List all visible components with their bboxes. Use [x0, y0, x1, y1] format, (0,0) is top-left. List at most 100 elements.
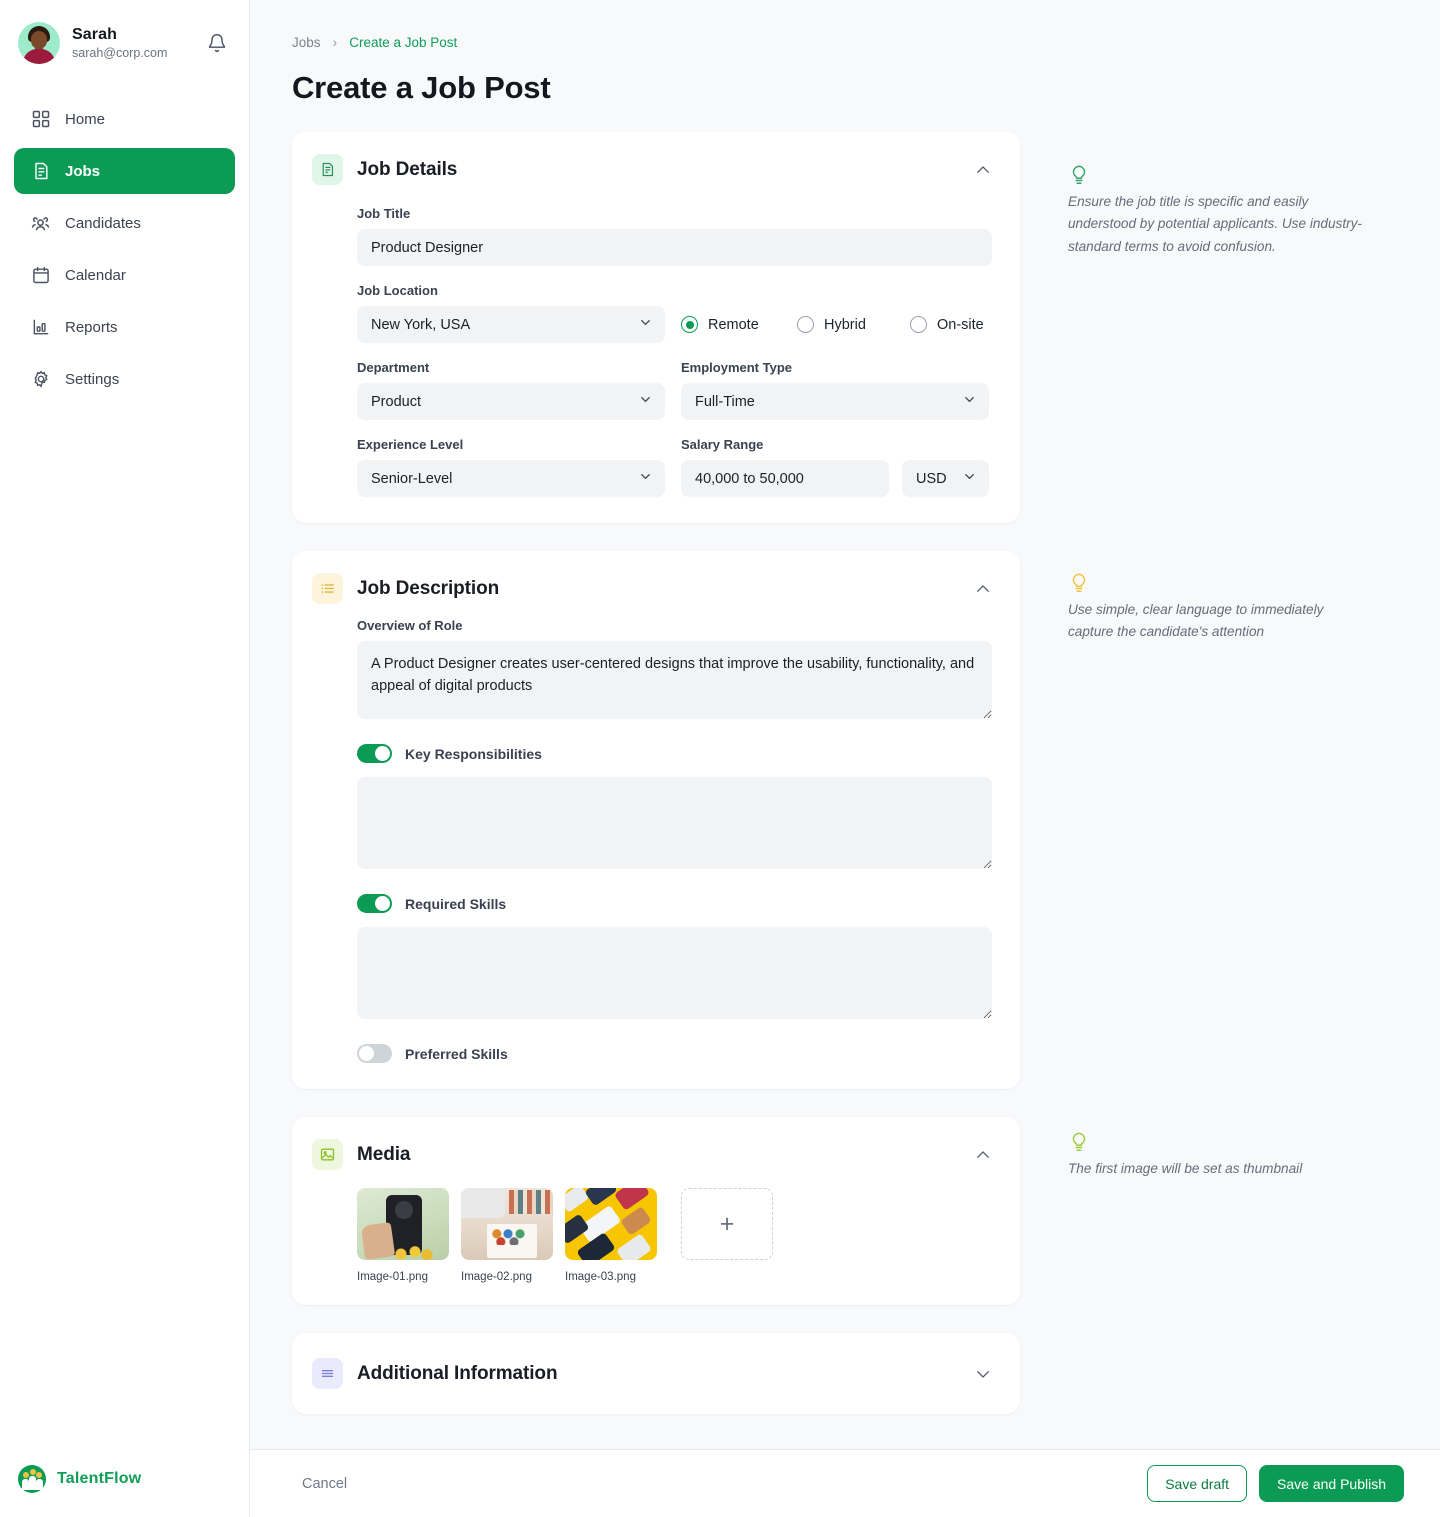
preferred-skills-toggle[interactable] — [357, 1044, 392, 1063]
media-item: Image-01.png — [357, 1188, 449, 1283]
thumbnail-image-03[interactable] — [565, 1188, 657, 1260]
experience-level-select[interactable]: Senior-Level — [357, 460, 665, 497]
content-columns: Job Details Job Title Product Designer J… — [250, 106, 1440, 1449]
card-job-description: Job Description Overview of Role A Produ… — [292, 551, 1020, 1089]
sidebar-item-label: Home — [65, 110, 106, 128]
sidebar-item-candidates[interactable]: Candidates — [14, 200, 235, 246]
sidebar-item-label: Settings — [65, 370, 120, 388]
radio-label: Remote — [708, 316, 759, 333]
sidebar-user-block[interactable]: Sarah sarah@corp.com — [0, 0, 249, 64]
overview-textarea[interactable] — [357, 641, 992, 719]
media-thumbnails: Image-01.png Image-02.png Image-03.png + — [312, 1188, 992, 1283]
cancel-button[interactable]: Cancel — [302, 1476, 347, 1492]
key-responsibilities-label: Key Responsibilities — [405, 745, 542, 762]
key-responsibilities-toggle[interactable] — [357, 744, 392, 763]
salary-range-input[interactable]: 40,000 to 50,000 — [681, 460, 889, 497]
experience-salary-row: Experience Level Senior-Level Salary Ran… — [357, 437, 992, 497]
sidebar-item-label: Reports — [65, 318, 118, 336]
employment-type-value: Full-Time — [681, 383, 989, 420]
job-description-body: Overview of Role Key Responsibilities Re — [312, 618, 992, 1063]
talentflow-logo — [18, 1465, 46, 1493]
sidebar-item-label: Jobs — [65, 162, 101, 180]
chevron-right-icon: › — [332, 34, 338, 50]
chevron-up-icon[interactable] — [974, 1146, 992, 1164]
radio-remote[interactable]: Remote — [681, 316, 797, 333]
chevron-up-icon[interactable] — [974, 161, 992, 179]
job-title-label: Job Title — [357, 206, 411, 221]
job-description-header[interactable]: Job Description — [312, 573, 992, 604]
radio-onsite[interactable]: On-site — [910, 316, 984, 333]
additional-information-header[interactable]: Additional Information — [312, 1358, 992, 1389]
tip-job-title: Ensure the job title is specific and eas… — [1068, 164, 1368, 258]
sidebar-item-settings[interactable]: Settings — [14, 356, 235, 402]
employment-type-field: Employment Type Full-Time — [681, 360, 989, 420]
radio-label: On-site — [937, 316, 984, 333]
sidebar-item-calendar[interactable]: Calendar — [14, 252, 235, 298]
people-icon — [30, 213, 51, 234]
media-filename: Image-03.png — [565, 1271, 636, 1283]
sidebar-item-jobs[interactable]: Jobs — [14, 148, 235, 194]
job-details-header[interactable]: Job Details — [312, 154, 992, 185]
save-draft-button[interactable]: Save draft — [1147, 1465, 1248, 1502]
department-select[interactable]: Product — [357, 383, 665, 420]
brand[interactable]: TalentFlow — [0, 1465, 249, 1517]
media-header[interactable]: Media — [312, 1139, 992, 1170]
media-filename: Image-02.png — [461, 1271, 532, 1283]
app-root: Sarah sarah@corp.com Home Jobs Candidate… — [0, 0, 1440, 1517]
bar-chart-icon — [30, 317, 51, 338]
footer-bar: Cancel Save draft Save and Publish — [250, 1449, 1440, 1517]
required-skills-label: Required Skills — [405, 895, 507, 912]
thumbnail-image-01[interactable] — [357, 1188, 449, 1260]
lightbulb-icon — [1068, 573, 1090, 598]
department-label: Department — [357, 360, 430, 375]
lightbulb-icon — [1068, 165, 1090, 190]
section-title: Job Details — [357, 158, 458, 180]
footer-actions: Save draft Save and Publish — [1147, 1465, 1404, 1502]
chevron-down-icon[interactable] — [974, 1365, 992, 1383]
chevron-up-icon[interactable] — [974, 580, 992, 598]
avatar — [18, 22, 60, 64]
radio-hybrid[interactable]: Hybrid — [797, 316, 910, 333]
card-additional-information: Additional Information — [292, 1333, 1020, 1414]
job-location-label: Job Location — [357, 283, 438, 298]
required-skills-textarea[interactable] — [357, 927, 992, 1019]
media-item: Image-02.png — [461, 1188, 553, 1283]
radio-label: Hybrid — [824, 316, 866, 333]
bell-icon[interactable] — [207, 33, 227, 53]
media-add-item: + — [681, 1188, 773, 1283]
sidebar-item-reports[interactable]: Reports — [14, 304, 235, 350]
user-name: Sarah — [72, 26, 117, 43]
currency-select[interactable]: USD — [902, 460, 989, 497]
job-description-icon — [312, 573, 343, 604]
thumbnail-image-02[interactable] — [461, 1188, 553, 1260]
required-skills-toggle[interactable] — [357, 894, 392, 913]
radio-dot-onsite — [910, 316, 927, 333]
salary-range-label: Salary Range — [681, 437, 764, 452]
sidebar-item-home[interactable]: Home — [14, 96, 235, 142]
experience-level-label: Experience Level — [357, 437, 464, 452]
page-title: Create a Job Post — [292, 70, 551, 105]
breadcrumb-jobs[interactable]: Jobs — [292, 35, 321, 50]
breadcrumb-current[interactable]: Create a Job Post — [349, 35, 457, 50]
save-and-publish-button[interactable]: Save and Publish — [1259, 1465, 1404, 1502]
job-title-input[interactable]: Product Designer — [357, 229, 992, 266]
plus-icon: + — [719, 1209, 735, 1238]
section-title: Media — [357, 1143, 411, 1165]
job-location-value: New York, USA — [357, 306, 665, 343]
currency-value: USD — [902, 460, 989, 497]
job-location-select[interactable]: New York, USA — [357, 306, 665, 343]
breadcrumb: Jobs › Create a Job Post — [250, 0, 1440, 50]
lightbulb-icon — [1068, 1132, 1090, 1157]
main-content: Jobs › Create a Job Post Create a Job Po… — [250, 0, 1440, 1517]
user-email: sarah@corp.com — [72, 46, 168, 60]
card-media: Media Image-01.png Image-02.png Image-03… — [292, 1117, 1020, 1305]
media-filename: Image-01.png — [357, 1271, 428, 1283]
key-responsibilities-textarea[interactable] — [357, 777, 992, 869]
document-icon — [30, 161, 51, 182]
employment-type-label: Employment Type — [681, 360, 793, 375]
employment-type-select[interactable]: Full-Time — [681, 383, 989, 420]
radio-dot-hybrid — [797, 316, 814, 333]
add-media-button[interactable]: + — [681, 1188, 773, 1260]
card-job-details: Job Details Job Title Product Designer J… — [292, 132, 1020, 523]
tip-job-description: Use simple, clear language to immediatel… — [1068, 572, 1368, 644]
